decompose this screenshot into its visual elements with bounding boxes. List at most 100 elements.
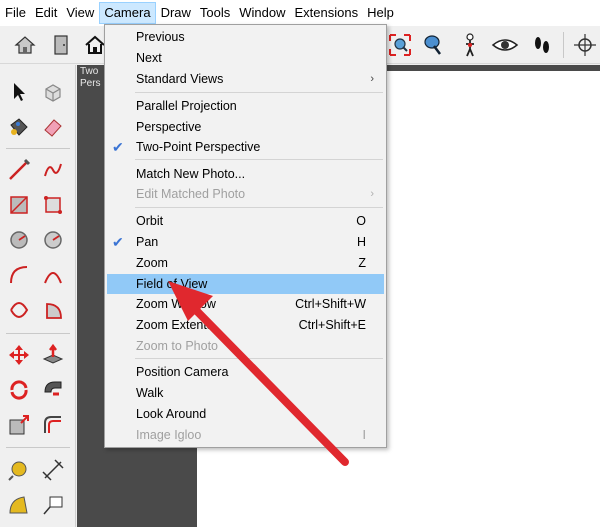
menu-item-next[interactable]: Next (107, 48, 384, 68)
menu-item-two-point-perspective[interactable]: ✔ Two-Point Perspective (107, 137, 384, 157)
menu-item-shortcut: H (356, 235, 366, 249)
menu-separator (135, 159, 383, 160)
check-mark-icon: ✔ (112, 234, 124, 250)
menu-item-label: Look Around (136, 407, 207, 421)
move-icon[interactable] (4, 340, 34, 370)
menu-item-label: Standard Views (136, 72, 224, 86)
house-icon[interactable] (10, 30, 40, 60)
menu-item-match-new-photo[interactable]: Match New Photo... (107, 164, 384, 184)
menu-item-label: Zoom Extents (136, 318, 214, 332)
pie-icon[interactable] (38, 295, 68, 325)
three-point-arc-icon[interactable] (4, 295, 34, 325)
scene-tab-label[interactable]: Two Pers (80, 66, 101, 90)
footprints-icon[interactable] (527, 30, 557, 60)
menu-tools[interactable]: Tools (196, 2, 234, 24)
menu-item-shortcut: Ctrl+Shift+W (295, 297, 366, 311)
menu-item-walk[interactable]: Walk (107, 383, 384, 403)
eraser-icon[interactable] (38, 112, 68, 142)
menu-item-shortcut: O (356, 214, 366, 228)
scene-tab-line1: Two (80, 66, 99, 77)
menu-item-perspective[interactable]: Perspective (107, 117, 384, 137)
menu-item-label: Position Camera (136, 365, 229, 379)
menu-item-label: Match New Photo... (136, 167, 246, 181)
submenu-arrow-icon: › (370, 188, 374, 200)
menu-bar: File Edit View Camera Draw Tools Window … (0, 0, 600, 26)
scene-tab-line2: Pers (80, 78, 101, 89)
palette-separator (6, 148, 70, 149)
menu-view[interactable]: View (62, 2, 98, 24)
select-arrow-icon[interactable] (4, 77, 34, 107)
paint-bucket-icon[interactable] (4, 112, 34, 142)
two-point-arc-icon[interactable] (38, 260, 68, 290)
menu-draw[interactable]: Draw (157, 2, 195, 24)
menu-item-label: Zoom Window (136, 297, 216, 311)
push-pull-icon[interactable] (38, 340, 68, 370)
menu-item-field-of-view[interactable]: Field of View (107, 274, 384, 294)
menu-item-orbit[interactable]: Orbit O (107, 211, 384, 231)
menu-item-standard-views[interactable]: Standard Views › (107, 69, 384, 89)
protractor-icon[interactable] (4, 490, 34, 520)
menu-item-edit-matched-photo: Edit Matched Photo › (107, 184, 384, 204)
door-icon[interactable] (46, 30, 76, 60)
menu-item-label: Next (136, 51, 162, 65)
rotated-rectangle-icon[interactable] (38, 190, 68, 220)
menu-file[interactable]: File (1, 2, 30, 24)
arc-icon[interactable] (4, 260, 34, 290)
menu-separator (135, 92, 383, 93)
menu-item-label: Edit Matched Photo (136, 187, 246, 201)
section-plane-icon[interactable] (570, 30, 600, 60)
camera-menu-dropdown: Previous Next Standard Views › Parallel P… (104, 24, 387, 448)
menu-window[interactable]: Window (235, 2, 289, 24)
tape-measure-icon[interactable] (4, 455, 34, 485)
submenu-arrow-icon: › (370, 73, 374, 85)
menu-item-zoom-window[interactable]: Zoom Window Ctrl+Shift+W (107, 294, 384, 314)
rotate-icon[interactable] (4, 375, 34, 405)
menu-item-label: Field of View (136, 277, 208, 291)
menu-item-label: Parallel Projection (136, 99, 237, 113)
menu-item-label: Zoom to Photo (136, 339, 218, 353)
look-around-eye-icon[interactable] (490, 30, 520, 60)
menu-item-shortcut: Ctrl+Shift+E (298, 318, 366, 332)
menu-help[interactable]: Help (363, 2, 398, 24)
menu-item-look-around[interactable]: Look Around (107, 404, 384, 424)
menu-item-label: Two-Point Perspective (136, 140, 261, 154)
dimension-icon[interactable] (38, 455, 68, 485)
menu-item-zoom[interactable]: Zoom Z (107, 253, 384, 273)
menu-item-previous[interactable]: Previous (107, 27, 384, 47)
position-camera-icon[interactable] (418, 30, 448, 60)
pencil-line-icon[interactable] (4, 155, 34, 185)
menu-item-position-camera[interactable]: Position Camera (107, 362, 384, 382)
menu-item-parallel-projection[interactable]: Parallel Projection (107, 96, 384, 116)
offset-icon[interactable] (38, 410, 68, 440)
menu-camera[interactable]: Camera (99, 2, 156, 24)
component-icon[interactable] (38, 77, 68, 107)
follow-me-icon[interactable] (38, 375, 68, 405)
menu-item-shortcut: I (362, 428, 366, 442)
menu-item-zoom-to-photo: Zoom to Photo (107, 336, 384, 356)
zoom-extents-icon[interactable] (385, 30, 415, 60)
circle-icon[interactable] (4, 225, 34, 255)
sketchup-window: File Edit View Camera Draw Tools Window … (0, 0, 600, 527)
menu-separator (135, 358, 383, 359)
left-tool-palette (0, 65, 76, 527)
palette-separator (6, 447, 70, 448)
toolbar-separator (563, 32, 564, 58)
polygon-icon[interactable] (38, 225, 68, 255)
menu-item-label: Orbit (136, 214, 164, 228)
menu-item-zoom-extents[interactable]: Zoom Extents Ctrl+Shift+E (107, 315, 384, 335)
walk-person-icon[interactable] (455, 30, 485, 60)
menu-item-label: Previous (136, 30, 185, 44)
menu-item-label: Walk (136, 386, 164, 400)
menu-separator (135, 207, 383, 208)
freehand-icon[interactable] (38, 155, 68, 185)
menu-extensions[interactable]: Extensions (291, 2, 363, 24)
menu-item-pan[interactable]: ✔ Pan H (107, 232, 384, 252)
rectangle-icon[interactable] (4, 190, 34, 220)
menu-edit[interactable]: Edit (31, 2, 61, 24)
menu-item-label: Pan (136, 235, 159, 249)
text-label-icon[interactable] (38, 490, 68, 520)
menu-item-label: Perspective (136, 120, 202, 134)
menu-item-label: Image Igloo (136, 428, 202, 442)
scale-icon[interactable] (4, 410, 34, 440)
check-mark-icon: ✔ (112, 139, 124, 155)
